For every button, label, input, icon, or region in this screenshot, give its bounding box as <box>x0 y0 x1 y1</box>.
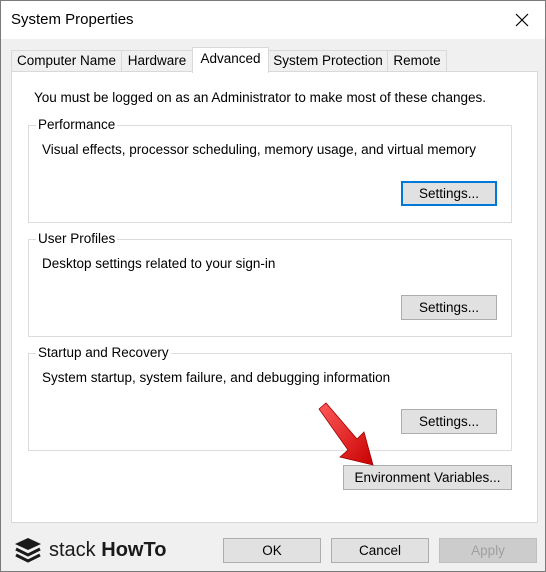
performance-group: Performance Visual effects, processor sc… <box>28 117 512 223</box>
dialog-footer: stack HowTo OK Cancel Apply <box>1 526 545 571</box>
performance-title: Performance <box>36 117 118 132</box>
startup-recovery-title: Startup and Recovery <box>36 345 171 360</box>
tab-remote[interactable]: Remote <box>387 50 447 71</box>
tab-system-protection[interactable]: System Protection <box>268 50 388 71</box>
user-profiles-group: User Profiles Desktop settings related t… <box>28 231 512 337</box>
system-properties-window: System Properties Computer Name Hardware… <box>0 0 546 572</box>
apply-button[interactable]: Apply <box>439 538 537 563</box>
red-arrow-icon <box>318 402 374 466</box>
ok-button[interactable]: OK <box>223 538 321 563</box>
cancel-button[interactable]: Cancel <box>331 538 429 563</box>
admin-note: You must be logged on as an Administrato… <box>34 90 487 105</box>
tab-advanced[interactable]: Advanced <box>192 47 269 73</box>
window-title: System Properties <box>11 11 134 28</box>
startup-recovery-settings-button[interactable]: Settings... <box>401 409 497 434</box>
performance-settings-button[interactable]: Settings... <box>401 181 497 206</box>
user-profiles-description: Desktop settings related to your sign-in <box>42 256 276 271</box>
user-profiles-title: User Profiles <box>36 231 118 246</box>
layers-icon <box>15 538 41 563</box>
title-bar[interactable]: System Properties <box>1 1 545 39</box>
tab-hardware[interactable]: Hardware <box>121 50 193 71</box>
advanced-panel: You must be logged on as an Administrato… <box>11 71 538 523</box>
user-profiles-settings-button[interactable]: Settings... <box>401 295 497 320</box>
stackhowto-logo: stack HowTo <box>13 536 166 564</box>
tab-computer-name[interactable]: Computer Name <box>11 50 122 71</box>
logo-text: stack HowTo <box>49 538 167 561</box>
startup-recovery-description: System startup, system failure, and debu… <box>42 370 391 385</box>
startup-recovery-group: Startup and Recovery System startup, sys… <box>28 345 512 451</box>
close-button[interactable] <box>499 1 545 39</box>
performance-description: Visual effects, processor scheduling, me… <box>42 142 476 157</box>
close-icon <box>515 13 529 27</box>
